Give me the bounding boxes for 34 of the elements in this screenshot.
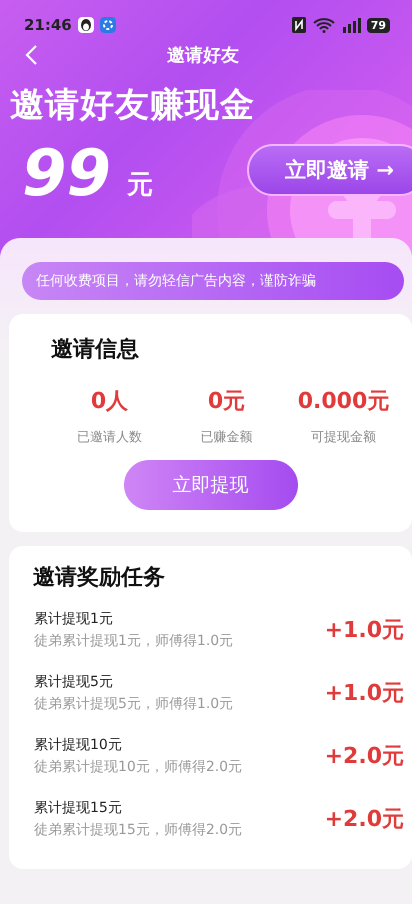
- reward-amount: 99: [22, 142, 112, 206]
- wifi-icon: [312, 17, 335, 33]
- status-time: 21:46: [24, 16, 72, 34]
- notice-banner: 任何收费项目，请勿轻信广告内容，谨防诈骗: [22, 262, 404, 300]
- task-name: 累计提现1元: [34, 610, 114, 628]
- nfc-icon: [290, 16, 307, 34]
- penguin-icon: [78, 17, 94, 33]
- task-name: 累计提现15元: [34, 799, 123, 817]
- task-detail: 徒弟累计提现5元，师傅得1.0元: [34, 695, 234, 713]
- task-detail: 徒弟累计提现15元，师傅得2.0元: [34, 821, 244, 839]
- task-reward: +1.0元: [324, 680, 404, 708]
- stat-label: 已赚金额: [200, 429, 252, 446]
- page-title: 邀请好友: [166, 44, 240, 67]
- withdraw-button[interactable]: 立即提现: [124, 460, 298, 510]
- headline: 邀请好友赚现金: [10, 84, 256, 127]
- task-detail: 徒弟累计提现1元，师傅得1.0元: [34, 632, 234, 650]
- stat-value: 0.000元: [298, 388, 390, 416]
- currency-unit: 元: [127, 169, 154, 202]
- back-icon[interactable]: [24, 44, 38, 66]
- stat-value: 0人: [90, 388, 128, 416]
- stat-value: 0元: [208, 388, 246, 416]
- card-title: 邀请奖励任务: [33, 564, 166, 592]
- stat-label: 已邀请人数: [77, 429, 142, 446]
- invite-button[interactable]: 立即邀请 →: [247, 144, 412, 196]
- task-name: 累计提现5元: [34, 673, 114, 691]
- stat-label: 可提现金额: [311, 429, 376, 446]
- task-detail: 徒弟累计提现10元，师傅得2.0元: [34, 758, 244, 776]
- task-name: 累计提现10元: [34, 736, 123, 754]
- task-reward: +2.0元: [324, 806, 404, 834]
- card-title: 邀请信息: [51, 336, 140, 364]
- task-reward: +2.0元: [324, 743, 404, 771]
- battery-level: 79: [366, 18, 390, 32]
- task-reward: +1.0元: [324, 617, 404, 645]
- signal-icon: [340, 17, 361, 33]
